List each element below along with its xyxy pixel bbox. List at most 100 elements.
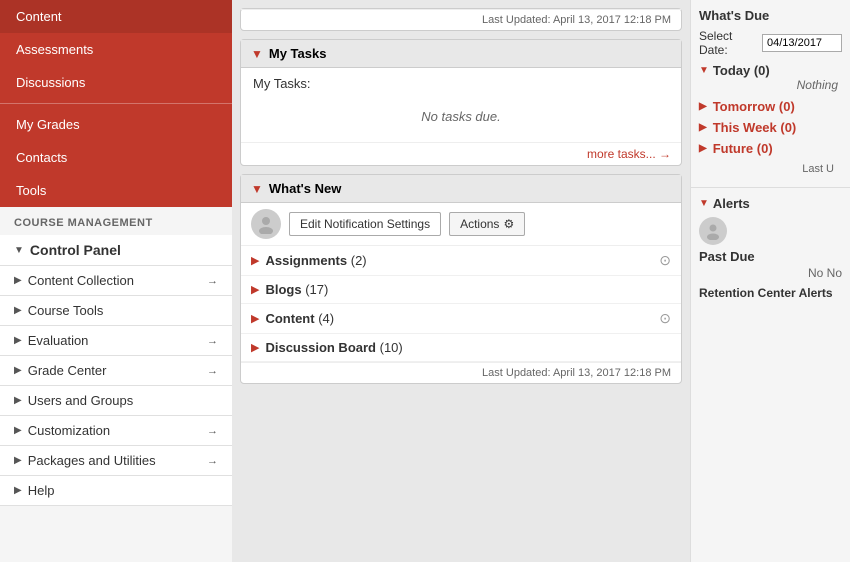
course-management-label: COURSE MANAGEMENT	[0, 207, 232, 235]
tomorrow-item[interactable]: ▶ Tomorrow (0)	[699, 96, 842, 117]
today-label[interactable]: ▼ Today (0)	[699, 63, 842, 78]
this-week-arrow-icon: ▶	[699, 122, 707, 133]
cp-label: Content Collection	[28, 273, 134, 288]
right-arrow-icon: ▶	[14, 305, 22, 316]
sidebar-item-users-groups[interactable]: ▶ Users and Groups	[0, 386, 232, 416]
sidebar-top-nav: Content Assessments Discussions My Grade…	[0, 0, 232, 207]
sidebar-item-contacts[interactable]: Contacts	[0, 141, 232, 174]
sidebar-item-discussions[interactable]: Discussions	[0, 66, 232, 99]
cp-label: Help	[28, 483, 55, 498]
no-tasks-text: No tasks due.	[253, 99, 669, 134]
future-arrow-icon: ▶	[699, 143, 707, 154]
right-arrow-icon: ▶	[14, 485, 22, 496]
sidebar-item-my-grades[interactable]: My Grades	[0, 108, 232, 141]
select-date-label: Select Date:	[699, 29, 758, 57]
wn-arrow-icon: ▶	[251, 312, 259, 325]
sidebar-item-tools[interactable]: Tools	[0, 174, 232, 207]
nav-arrow-icon: →	[207, 335, 218, 347]
avatar	[251, 209, 281, 239]
nav-arrow-icon: →	[207, 455, 218, 467]
top-card-last-updated: Last Updated: April 13, 2017 12:18 PM	[241, 9, 681, 30]
my-tasks-card: ▼ My Tasks My Tasks: No tasks due. more …	[240, 39, 682, 166]
retention-center-label: Retention Center Alerts	[699, 286, 842, 300]
nav-arrow-icon: →	[207, 425, 218, 437]
wn-arrow-icon: ▶	[251, 283, 259, 296]
gear-icon: ⚙	[503, 217, 514, 231]
sidebar-item-evaluation[interactable]: ▶ Evaluation →	[0, 326, 232, 356]
edit-notification-button[interactable]: Edit Notification Settings	[289, 212, 441, 236]
date-input[interactable]	[762, 34, 842, 52]
collapse-icon: ▼	[14, 245, 24, 256]
main-content: Last Updated: April 13, 2017 12:18 PM ▼ …	[232, 0, 690, 562]
alerts-section: ▼ Alerts Past Due No No Retention Center…	[691, 188, 850, 308]
control-panel-item[interactable]: ▼ Control Panel	[0, 235, 232, 266]
whats-new-card: ▼ What's New Edit Notification Settings …	[240, 174, 682, 384]
sidebar-item-course-tools[interactable]: ▶ Course Tools	[0, 296, 232, 326]
my-tasks-header[interactable]: ▼ My Tasks	[241, 40, 681, 68]
my-tasks-collapse-icon: ▼	[251, 47, 263, 61]
whats-new-header[interactable]: ▼ What's New	[241, 175, 681, 203]
alert-avatar	[699, 217, 727, 245]
wn-circle-icon: ⊙	[659, 310, 671, 327]
sidebar-item-assessments[interactable]: Assessments	[0, 33, 232, 66]
no-no-text: No No	[699, 266, 842, 280]
right-arrow-icon: ▶	[14, 275, 22, 286]
tasks-label: My Tasks:	[253, 76, 669, 91]
sidebar-item-grade-center[interactable]: ▶ Grade Center →	[0, 356, 232, 386]
right-arrow-icon: ▶	[14, 365, 22, 376]
alerts-title: ▼ Alerts	[699, 196, 842, 211]
wn-arrow-icon: ▶	[251, 254, 259, 267]
this-week-item[interactable]: ▶ This Week (0)	[699, 117, 842, 138]
right-last-updated: Last U	[699, 159, 842, 179]
more-tasks-link[interactable]: more tasks... →	[241, 142, 681, 165]
wn-arrow-icon: ▶	[251, 341, 259, 354]
today-collapse-icon: ▼	[699, 65, 709, 76]
wn-label: Content (4)	[265, 311, 334, 326]
whats-new-last-updated: Last Updated: April 13, 2017 12:18 PM	[241, 362, 681, 383]
alerts-collapse-icon: ▼	[699, 198, 709, 209]
sidebar-item-packages[interactable]: ▶ Packages and Utilities →	[0, 446, 232, 476]
my-tasks-title: My Tasks	[269, 46, 327, 61]
whats-new-collapse-icon: ▼	[251, 182, 263, 196]
whats-due-title: What's Due	[699, 8, 842, 23]
wn-label: Assignments (2)	[265, 253, 366, 268]
wn-circle-icon: ⊙	[659, 252, 671, 269]
right-arrow-icon: ▶	[14, 455, 22, 466]
whats-new-toolbar: Edit Notification Settings Actions ⚙	[241, 203, 681, 246]
sidebar-item-help[interactable]: ▶ Help	[0, 476, 232, 506]
tomorrow-arrow-icon: ▶	[699, 101, 707, 112]
cp-label: Course Tools	[28, 303, 104, 318]
past-due-label: Past Due	[699, 249, 842, 264]
nothing-text: Nothing	[699, 78, 842, 92]
cp-label: Packages and Utilities	[28, 453, 156, 468]
cp-label: Evaluation	[28, 333, 89, 348]
right-arrow-icon: ▶	[14, 335, 22, 346]
control-panel-label: Control Panel	[30, 242, 121, 258]
my-tasks-body: My Tasks: No tasks due.	[241, 68, 681, 142]
sidebar-item-content-collection[interactable]: ▶ Content Collection →	[0, 266, 232, 296]
sidebar-item-content[interactable]: Content	[0, 0, 232, 33]
sidebar: Content Assessments Discussions My Grade…	[0, 0, 232, 562]
actions-button[interactable]: Actions ⚙	[449, 212, 525, 236]
content-area: Last Updated: April 13, 2017 12:18 PM ▼ …	[232, 0, 690, 562]
top-card: Last Updated: April 13, 2017 12:18 PM	[240, 8, 682, 31]
wn-item-assignments[interactable]: ▶ Assignments (2) ⊙	[241, 246, 681, 276]
course-management-panel: COURSE MANAGEMENT ▼ Control Panel ▶ Cont…	[0, 207, 232, 562]
future-item[interactable]: ▶ Future (0)	[699, 138, 842, 159]
actions-label: Actions	[460, 217, 499, 231]
cp-label: Customization	[28, 423, 110, 438]
wn-item-blogs[interactable]: ▶ Blogs (17)	[241, 276, 681, 304]
whats-new-title: What's New	[269, 181, 341, 196]
nav-arrow-icon: →	[207, 365, 218, 377]
cp-label: Users and Groups	[28, 393, 134, 408]
right-arrow-icon: ▶	[14, 395, 22, 406]
wn-item-discussion-board[interactable]: ▶ Discussion Board (10)	[241, 334, 681, 362]
wn-label: Blogs (17)	[265, 282, 328, 297]
cp-label: Grade Center	[28, 363, 107, 378]
wn-label: Discussion Board (10)	[265, 340, 402, 355]
nav-arrow-icon: →	[207, 275, 218, 287]
wn-item-content[interactable]: ▶ Content (4) ⊙	[241, 304, 681, 334]
select-date-row: Select Date:	[699, 29, 842, 57]
right-panel: What's Due Select Date: ▼ Today (0) Noth…	[690, 0, 850, 562]
sidebar-item-customization[interactable]: ▶ Customization →	[0, 416, 232, 446]
